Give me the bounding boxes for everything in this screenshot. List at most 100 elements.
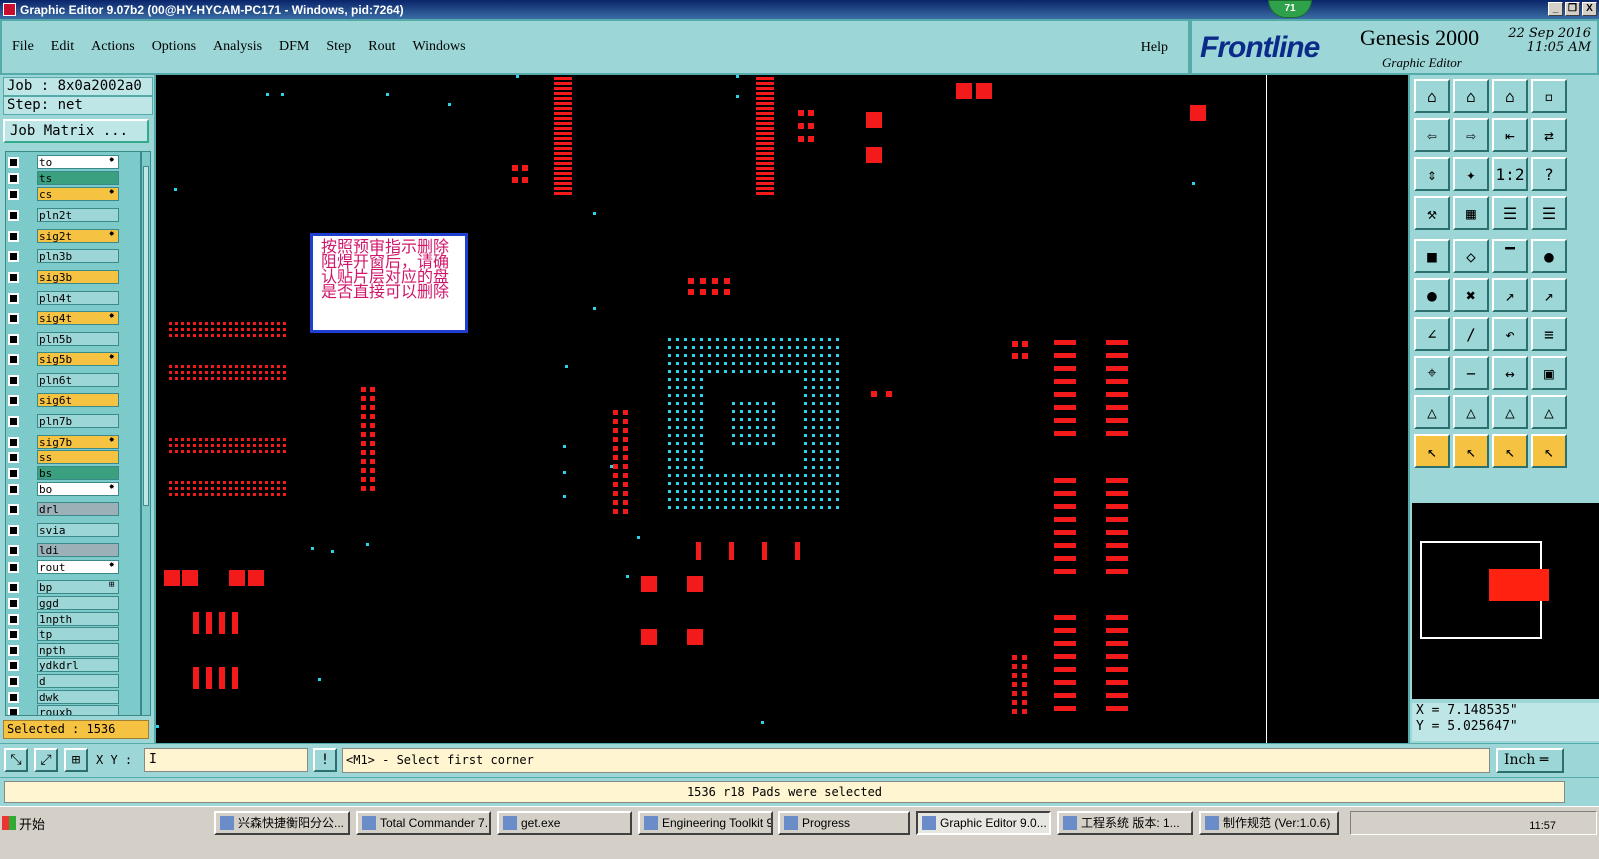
- tool-button-29[interactable]: −: [1453, 356, 1489, 390]
- layer-row-ldi[interactable]: ldi: [8, 543, 119, 557]
- tool-button-0[interactable]: ⌂: [1414, 79, 1450, 113]
- tool-button-8[interactable]: ⇕: [1414, 157, 1450, 191]
- menu-dfm[interactable]: DFM: [279, 39, 309, 55]
- tool-button-9[interactable]: ✦: [1453, 157, 1489, 191]
- layer-row-ydkdrl[interactable]: ydkdrl: [8, 658, 119, 672]
- layer-name[interactable]: dwk: [37, 690, 119, 704]
- tool-button-39[interactable]: ↖: [1531, 434, 1567, 468]
- layer-row-sig3b[interactable]: sig3b: [8, 270, 119, 284]
- layer-checkbox[interactable]: [8, 691, 19, 703]
- tool-button-13[interactable]: ▦: [1453, 196, 1489, 230]
- layer-row-pln4t[interactable]: pln4t: [8, 291, 119, 305]
- tool-button-21[interactable]: ✖: [1453, 278, 1489, 312]
- layer-checkbox[interactable]: [8, 613, 19, 625]
- layer-checkbox[interactable]: [8, 503, 19, 515]
- layer-scrollbar[interactable]: [141, 151, 151, 716]
- pcb-drawing[interactable]: [156, 75, 1408, 743]
- layer-checkbox[interactable]: [8, 156, 19, 168]
- layer-name[interactable]: bp: [37, 580, 119, 594]
- tool-button-25[interactable]: ∕: [1453, 317, 1489, 351]
- layer-row-ss[interactable]: ss: [8, 450, 119, 464]
- tool-button-24[interactable]: ∠: [1414, 317, 1450, 351]
- layer-checkbox[interactable]: [8, 467, 19, 479]
- layer-checkbox[interactable]: [8, 230, 19, 242]
- layer-checkbox[interactable]: [8, 706, 19, 715]
- taskbar-item[interactable]: Graphic Editor 9.0...: [916, 811, 1051, 835]
- menu-help[interactable]: Help: [1141, 40, 1168, 56]
- tool-button-38[interactable]: ↖: [1492, 434, 1528, 468]
- layer-checkbox[interactable]: [8, 544, 19, 556]
- tool-button-10[interactable]: 1:2: [1492, 157, 1528, 191]
- menu-options[interactable]: Options: [152, 39, 196, 55]
- layer-name[interactable]: sig2t: [37, 229, 119, 243]
- layer-row-tp[interactable]: tp: [8, 627, 119, 641]
- tool-button-11[interactable]: ?: [1531, 157, 1567, 191]
- tool-button-28[interactable]: ⌖: [1414, 356, 1450, 390]
- tool-button-18[interactable]: ▔: [1492, 239, 1528, 273]
- layer-checkbox[interactable]: [8, 581, 19, 593]
- layer-name[interactable]: sig7b: [37, 435, 119, 449]
- layer-checkbox[interactable]: [8, 394, 19, 406]
- layer-checkbox[interactable]: [8, 312, 19, 324]
- taskbar-item[interactable]: 制作规范 (Ver:1.0.6): [1199, 811, 1339, 835]
- layer-name[interactable]: rouxb: [37, 705, 119, 715]
- layer-checkbox[interactable]: [8, 374, 19, 386]
- xy-input[interactable]: I: [144, 748, 308, 772]
- tool-button-37[interactable]: ↖: [1453, 434, 1489, 468]
- layer-name[interactable]: sig4t: [37, 311, 119, 325]
- layer-row-svia[interactable]: svia: [8, 523, 119, 537]
- tool-button-23[interactable]: ↗: [1531, 278, 1567, 312]
- layer-name[interactable]: tp: [37, 627, 119, 641]
- layer-row-drl[interactable]: drl: [8, 502, 119, 516]
- layer-name[interactable]: ss: [37, 450, 119, 464]
- unit-selector[interactable]: Inch ═: [1496, 748, 1564, 773]
- layer-row-sig4t[interactable]: sig4t ✸: [8, 311, 119, 325]
- menu-file[interactable]: File: [12, 39, 34, 55]
- layer-row-1npth[interactable]: 1npth: [8, 612, 119, 626]
- layer-name[interactable]: npth: [37, 643, 119, 657]
- scroll-thumb[interactable]: [143, 166, 149, 506]
- layer-name[interactable]: pln7b: [37, 414, 119, 428]
- layer-checkbox[interactable]: [8, 483, 19, 495]
- layer-name[interactable]: pln3b: [37, 249, 119, 263]
- layer-checkbox[interactable]: [8, 436, 19, 448]
- menu-edit[interactable]: Edit: [51, 39, 74, 55]
- layer-checkbox[interactable]: [8, 353, 19, 365]
- layer-checkbox[interactable]: [8, 644, 19, 656]
- layer-row-sig6t[interactable]: sig6t: [8, 393, 119, 407]
- tool-button-20[interactable]: ●: [1414, 278, 1450, 312]
- layer-row-bo[interactable]: bo ✸: [8, 482, 119, 496]
- layer-row-dwk[interactable]: dwk: [8, 690, 119, 704]
- layer-name[interactable]: pln2t: [37, 208, 119, 222]
- layer-row-sig5b[interactable]: sig5b ✸: [8, 352, 119, 366]
- menu-rout[interactable]: Rout: [368, 39, 395, 55]
- taskbar-item[interactable]: Progress: [778, 811, 910, 835]
- layer-name[interactable]: drl: [37, 502, 119, 516]
- tool-button-36[interactable]: ↖: [1414, 434, 1450, 468]
- layer-checkbox[interactable]: [8, 250, 19, 262]
- layer-row-bs[interactable]: bs: [8, 466, 119, 480]
- layer-name[interactable]: svia: [37, 523, 119, 537]
- layer-name[interactable]: to: [37, 155, 119, 169]
- layer-row-pln7b[interactable]: pln7b: [8, 414, 119, 428]
- layer-name[interactable]: sig3b: [37, 270, 119, 284]
- tool-button-16[interactable]: ■: [1414, 239, 1450, 273]
- taskbar-item[interactable]: Engineering Toolkit 9....: [638, 811, 773, 835]
- overview-map[interactable]: [1412, 503, 1599, 699]
- layer-row-sig2t[interactable]: sig2t ✸: [8, 229, 119, 243]
- tool-button-33[interactable]: △: [1453, 395, 1489, 429]
- tool-button-6[interactable]: ⇤: [1492, 118, 1528, 152]
- taskbar-item[interactable]: Total Commander 7....: [356, 811, 491, 835]
- menu-actions[interactable]: Actions: [91, 39, 135, 55]
- layer-name[interactable]: pln6t: [37, 373, 119, 387]
- layer-checkbox[interactable]: [8, 188, 19, 200]
- graphic-canvas[interactable]: 按照预审指示删除阻焊开窗后，请确认贴片层对应的盘是否直接可以删除: [156, 75, 1408, 743]
- tool-button-27[interactable]: ≡: [1531, 317, 1567, 351]
- layer-checkbox[interactable]: [8, 333, 19, 345]
- layer-checkbox[interactable]: [8, 451, 19, 463]
- alert-button[interactable]: !: [313, 748, 337, 772]
- layer-name[interactable]: sig6t: [37, 393, 119, 407]
- layer-name[interactable]: bo: [37, 482, 119, 496]
- tool-button-17[interactable]: ◇: [1453, 239, 1489, 273]
- layer-checkbox[interactable]: [8, 628, 19, 640]
